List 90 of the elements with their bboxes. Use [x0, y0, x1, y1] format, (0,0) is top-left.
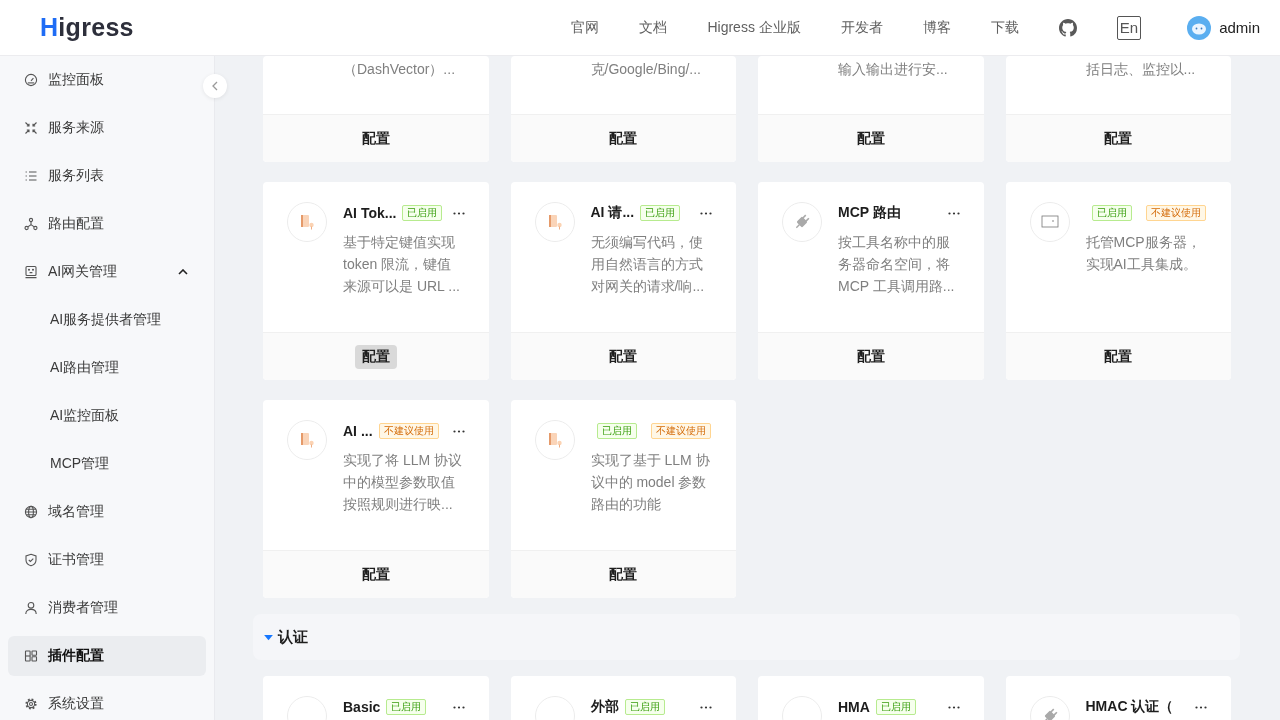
document-icon [534, 202, 575, 242]
card-description: 输入输出进行安... [838, 60, 949, 79]
deprecated-tag: 不建议使用 [650, 423, 711, 439]
enabled-tag: 已启用 [624, 699, 665, 715]
card-title: Basic [343, 699, 381, 715]
avatar-icon [1187, 15, 1212, 40]
nav-link[interactable]: 官网 [571, 18, 600, 37]
more-icon[interactable] [452, 211, 465, 215]
menu-item[interactable]: 路由配置 [8, 204, 206, 244]
nav-link[interactable]: 文档 [639, 18, 668, 37]
card-description: 实现了基于 LLM 协 议中的 model 参数 路由的功能 [590, 451, 711, 514]
nav-link[interactable]: 博客 [922, 18, 951, 37]
enabled-tag: 已启用 [640, 205, 681, 221]
card-title: 外部 [590, 698, 619, 716]
card-title: AI 请... [590, 204, 635, 222]
card-description: 括日志、监控以... [1085, 60, 1197, 79]
menu-item[interactable]: 系统设置 [8, 684, 206, 720]
document-icon [534, 420, 575, 460]
menu-item[interactable]: 证书管理 [8, 540, 206, 580]
more-icon[interactable] [700, 705, 712, 709]
card-description: 无须编写代码，使 用自然语言的方式 对网关的请求/响... [590, 233, 706, 296]
nav-link[interactable]: 下载 [990, 18, 1019, 37]
frame-icon [1029, 202, 1070, 242]
card-description: 实现了将 LLM 协议 中的模型参数取值 按照规则进行映... [343, 451, 463, 514]
section-title: 认证 [278, 627, 308, 647]
deprecated-tag: 不建议使用 [1145, 205, 1206, 221]
menu-item[interactable]: AI网关管理 [8, 252, 206, 292]
enabled-tag: 已启用 [875, 699, 916, 715]
submenu-item[interactable]: MCP管理 [8, 444, 206, 484]
nodes-icon [24, 217, 38, 231]
section-header[interactable]: 认证 [253, 614, 1240, 660]
compress-arrows-icon [24, 121, 38, 135]
configure-button[interactable]: 配置 [1097, 126, 1140, 151]
menu-item[interactable]: 插件配置 [8, 636, 206, 676]
more-icon[interactable] [947, 705, 960, 709]
submenu-item[interactable]: AI服务提供者管理 [8, 300, 206, 340]
configure-button[interactable]: 配置 [354, 344, 397, 369]
menu-item[interactable]: 监控面板 [8, 60, 206, 100]
card-description: （DashVector）... [343, 60, 457, 79]
document-icon [287, 420, 327, 460]
shield-check-icon [24, 553, 38, 567]
enabled-tag: 已启用 [402, 205, 443, 221]
document-icon [287, 202, 327, 242]
configure-button[interactable]: 配置 [849, 126, 892, 151]
more-icon[interactable] [452, 705, 465, 709]
enabled-tag: 已启用 [596, 423, 637, 439]
more-icon[interactable] [452, 429, 465, 433]
card-description: 克/Google/Bing/... [590, 60, 702, 79]
configure-button[interactable]: 配置 [602, 126, 645, 151]
more-icon[interactable] [1195, 705, 1207, 709]
github-icon[interactable] [1058, 18, 1077, 37]
card-title: AI ... [343, 423, 373, 439]
card-title: HMAC 认证（ [1085, 698, 1174, 716]
nav-link[interactable]: Higress 企业版 [707, 18, 801, 37]
card-description: 按工具名称中的服 务器命名空间，将 MCP 工具调用路... [838, 233, 956, 296]
more-icon[interactable] [947, 211, 960, 215]
grid-icon [24, 649, 38, 663]
user-icon [24, 601, 38, 615]
configure-button[interactable]: 配置 [354, 126, 397, 151]
menu-item[interactable]: 域名管理 [8, 492, 206, 532]
configure-button[interactable]: 配置 [354, 562, 397, 587]
globe-icon [24, 505, 38, 519]
card-description: 基于特定键值实现 token 限流，键值 来源可以是 URL ... [343, 233, 461, 296]
logo-text: Higress [40, 13, 134, 42]
card-title: MCP 路由 [838, 204, 901, 222]
chevron-left-icon [212, 81, 218, 91]
plug-icon [782, 202, 822, 242]
user-menu[interactable]: admin [1187, 15, 1260, 40]
nav-link[interactable]: 开发者 [840, 18, 883, 37]
card-title: HMA [838, 699, 870, 715]
settings-icon [24, 697, 38, 711]
language-button[interactable]: En [1116, 15, 1142, 40]
menu-item[interactable]: 消费者管理 [8, 588, 206, 628]
gauge-icon [24, 73, 38, 87]
menu-item[interactable]: 服务列表 [8, 156, 206, 196]
enabled-tag: 已启用 [386, 699, 427, 715]
configure-button[interactable]: 配置 [849, 344, 892, 369]
card-description: 托管MCP服务器， 实现AI工具集成。 [1085, 233, 1202, 274]
configure-button[interactable]: 配置 [602, 562, 645, 587]
robot-face-icon [24, 265, 38, 279]
configure-button[interactable]: 配置 [602, 344, 645, 369]
deprecated-tag: 不建议使用 [378, 423, 439, 439]
card-title: AI Tok... [343, 205, 397, 221]
list-icon [24, 169, 38, 183]
menu-item[interactable]: 服务来源 [8, 108, 206, 148]
submenu-item[interactable]: AI路由管理 [8, 348, 206, 388]
configure-button[interactable]: 配置 [1097, 344, 1140, 369]
submenu-item[interactable]: AI监控面板 [8, 396, 206, 436]
enabled-tag: 已启用 [1091, 205, 1132, 221]
more-icon[interactable] [700, 211, 712, 215]
